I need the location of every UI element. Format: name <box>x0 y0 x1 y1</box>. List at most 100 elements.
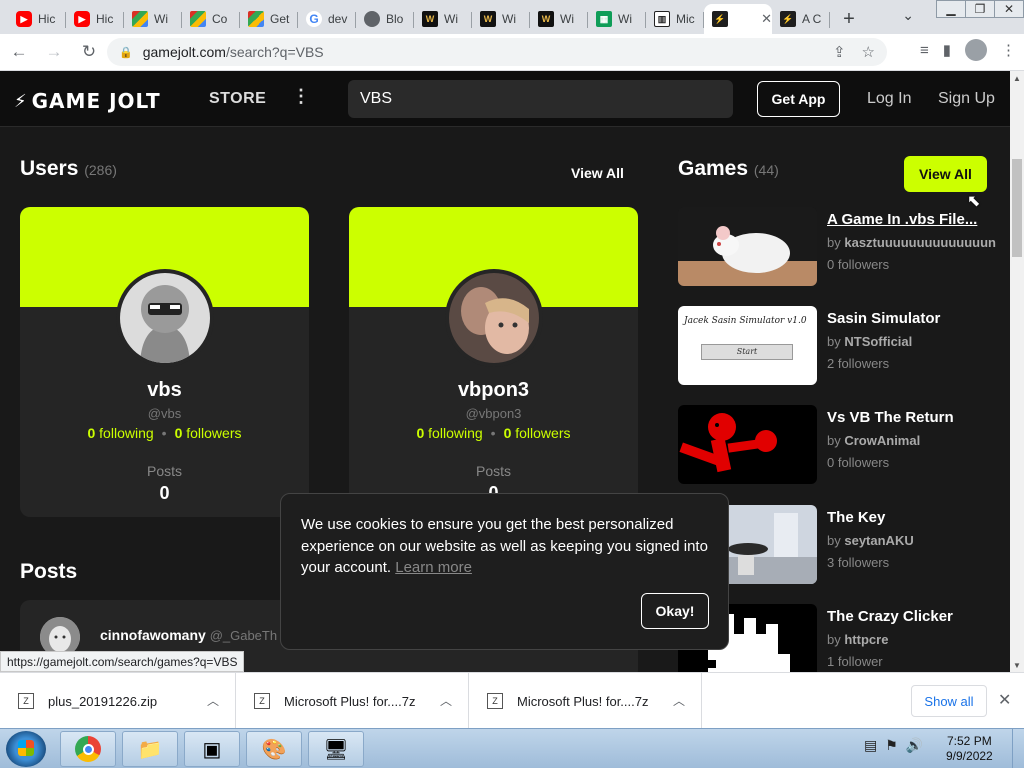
games-view-all-button[interactable]: View All <box>904 156 987 192</box>
users-count: (286) <box>84 162 117 178</box>
avatar[interactable] <box>445 269 543 367</box>
network-icon[interactable]: ▤ <box>864 737 877 754</box>
tab-title: Wi <box>444 12 458 26</box>
action-center-icon[interactable]: ⚑ <box>885 737 898 754</box>
page-scrollbar[interactable]: ▲ ▼ <box>1010 71 1024 672</box>
game-thumbnail[interactable] <box>678 405 817 484</box>
browser-tab[interactable]: Co <box>182 4 240 34</box>
get-app-button[interactable]: Get App <box>757 81 840 117</box>
browser-tab[interactable]: ▥ Mic <box>646 4 704 34</box>
taskbar-explorer[interactable]: 📁 <box>122 731 178 767</box>
address-bar[interactable]: 🔒 gamejolt.com/search?q=VBS ⇪ ☆ <box>107 38 887 66</box>
users-view-all-link[interactable]: View All <box>571 165 624 181</box>
youtube-icon: ▶ <box>16 11 32 27</box>
volume-icon[interactable]: 🔊 <box>906 737 923 754</box>
taskbar-computer[interactable]: 🖥 <box>308 731 364 767</box>
profile-avatar[interactable] <box>965 39 987 61</box>
scroll-down-icon[interactable]: ▼ <box>1010 658 1024 672</box>
game-followers: 0 followers <box>827 257 890 272</box>
scroll-thumb[interactable] <box>1012 159 1022 257</box>
game-title[interactable]: Sasin Simulator <box>827 310 997 327</box>
cookie-okay-button[interactable]: Okay! <box>641 593 709 629</box>
browser-tab[interactable]: ⚡ A C <box>772 4 830 34</box>
chevron-up-icon[interactable]: ︿ <box>207 692 219 709</box>
browser-tab[interactable]: W Wi <box>530 4 588 34</box>
scroll-up-icon[interactable]: ▲ <box>1010 71 1024 85</box>
back-button[interactable]: ← <box>3 36 35 68</box>
post-author[interactable]: cinnofawomany @_GabeTh <box>100 627 277 643</box>
game-title[interactable]: Vs VB The Return <box>827 409 997 426</box>
show-desktop-button[interactable] <box>1012 729 1024 768</box>
browser-tab[interactable]: W Wi <box>472 4 530 34</box>
download-item[interactable]: Z Microsoft Plus! for....7z ︿ <box>469 673 702 729</box>
game-title[interactable]: The Key <box>827 509 997 526</box>
chevron-up-icon[interactable]: ︿ <box>673 692 685 709</box>
reload-button[interactable]: ↻ <box>73 36 105 68</box>
browser-tab[interactable]: ▦ Wi <box>588 4 646 34</box>
game-item[interactable]: A Game In .vbs File... by kasztuuuuuuuuu… <box>678 207 1003 287</box>
start-button[interactable] <box>6 731 46 767</box>
browser-tab[interactable]: Gdev <box>298 4 356 34</box>
media-controls-icon[interactable]: ≡ <box>920 42 929 59</box>
avatar[interactable] <box>116 269 214 367</box>
download-item[interactable]: Z plus_20191226.zip ︿ <box>0 673 236 729</box>
more-menu-icon[interactable]: ⋮ <box>292 86 310 107</box>
game-item[interactable]: Jacek Sasin Simulator v1.0 Start Sasin S… <box>678 306 1003 386</box>
user-card[interactable]: vbpon3 @vbpon3 0 following • 0 followers P… <box>349 207 638 517</box>
browser-tab[interactable]: ⚡ ✕ <box>704 4 772 34</box>
bolt-icon: ⚡ <box>14 90 28 112</box>
browser-tab[interactable]: Blo <box>356 4 414 34</box>
game-item[interactable]: Vs VB The Return by CrowAnimal 0 followe… <box>678 405 1003 485</box>
game-thumbnail[interactable] <box>678 207 817 286</box>
game-title[interactable]: The Crazy Clicker <box>827 608 997 625</box>
close-window-button[interactable]: ✕ <box>994 0 1024 18</box>
share-icon[interactable]: ⇪ <box>833 43 846 61</box>
browser-tab[interactable]: W Wi <box>414 4 472 34</box>
control-panel-icon: ▣ <box>202 738 222 761</box>
game-author: by httpcre <box>827 632 889 647</box>
chevron-up-icon[interactable]: ︿ <box>440 692 452 709</box>
site-navbar: ⚡ GAME JOLT STORE ⋮ Get App Log In Sign … <box>0 71 1010 127</box>
new-tab-button[interactable]: + <box>834 4 864 34</box>
learn-more-link[interactable]: Learn more <box>395 559 472 576</box>
taskbar-paint[interactable]: 🎨 <box>246 731 302 767</box>
paint-palette-icon: 🎨 <box>261 738 287 761</box>
minimize-button[interactable]: ▁ <box>936 0 966 18</box>
signup-link[interactable]: Sign Up <box>938 90 995 108</box>
wikihow-icon <box>248 11 264 27</box>
taskbar-clock[interactable]: 7:52 PM 9/9/2022 <box>946 734 993 764</box>
maximize-button[interactable]: ❐ <box>965 0 995 18</box>
search-input[interactable] <box>348 80 733 118</box>
games-count: (44) <box>753 162 779 178</box>
forward-button[interactable]: → <box>38 36 70 68</box>
close-shelf-icon[interactable]: ✕ <box>998 690 1011 710</box>
wikihow-icon <box>132 11 148 27</box>
bookmark-star-icon[interactable]: ☆ <box>862 43 875 61</box>
download-item[interactable]: Z Microsoft Plus! for....7z ︿ <box>236 673 469 729</box>
browser-tab[interactable]: Get <box>240 4 298 34</box>
user-name[interactable]: vbpon3 <box>349 379 638 402</box>
tab-title: Blo <box>386 12 404 26</box>
login-link[interactable]: Log In <box>867 90 911 108</box>
side-panel-icon[interactable]: ▮ <box>943 41 951 59</box>
downloads-shelf: Z plus_20191226.zip ︿ Z Microsoft Plus! … <box>0 672 1024 729</box>
posts-section-title: Posts <box>20 560 78 583</box>
user-name[interactable]: vbs <box>20 379 309 402</box>
close-tab-icon[interactable]: ✕ <box>761 11 772 27</box>
tab-search-icon[interactable]: ⌄ <box>902 7 914 24</box>
browser-tab[interactable]: Wi <box>124 4 182 34</box>
folder-icon: 📁 <box>137 738 163 761</box>
game-title[interactable]: A Game In .vbs File... <box>827 211 997 228</box>
taskbar-chrome[interactable] <box>60 731 116 767</box>
tab-title: Hic <box>38 12 56 26</box>
taskbar-control-panel[interactable]: ▣ <box>184 731 240 767</box>
game-thumbnail[interactable]: Jacek Sasin Simulator v1.0 Start <box>678 306 817 385</box>
browser-tab[interactable]: ▶ Hic <box>66 4 124 34</box>
gamejolt-logo[interactable]: ⚡ GAME JOLT <box>14 89 161 113</box>
store-link[interactable]: STORE <box>209 90 266 108</box>
tab-title: Hic <box>96 12 114 26</box>
menu-kebab-icon[interactable]: ⋮ <box>1001 41 1016 59</box>
show-all-downloads-button[interactable]: Show all <box>911 685 987 717</box>
browser-tab[interactable]: ▶ Hic <box>8 4 66 34</box>
user-card[interactable]: vbs @vbs 0 following • 0 followers Posts 0 <box>20 207 309 517</box>
